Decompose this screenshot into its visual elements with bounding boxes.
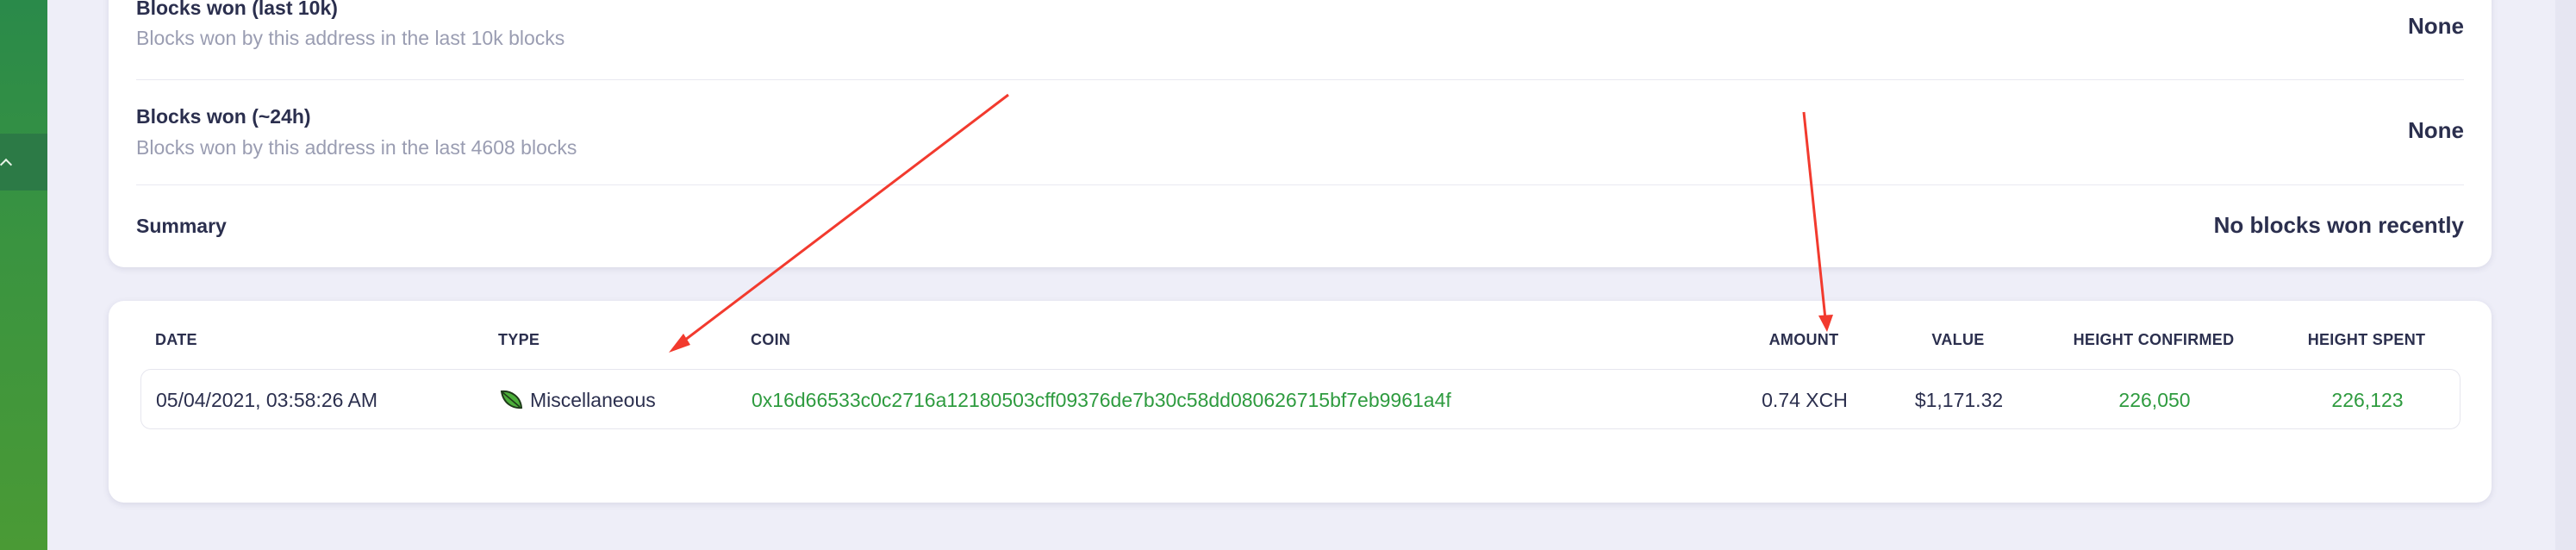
column-header-height-spent[interactable]: HEIGHT SPENT xyxy=(2308,331,2426,349)
column-header-date[interactable]: DATE xyxy=(155,331,197,349)
divider xyxy=(136,184,2464,185)
stat-title: Blocks won (last 10k) xyxy=(136,0,338,19)
stat-row-blocks-won-24h: Blocks won (~24h) Blocks won by this add… xyxy=(136,105,2464,159)
cell-type-label: Miscellaneous xyxy=(530,389,656,411)
stat-title: Summary xyxy=(136,215,227,237)
cell-date: 05/04/2021, 03:58:26 AM xyxy=(156,389,378,411)
stat-row-blocks-won-10k: Blocks won (last 10k) Blocks won by this… xyxy=(136,0,2464,53)
stat-value: No blocks won recently xyxy=(2213,212,2464,238)
sidebar-collapse-toggle[interactable] xyxy=(0,134,47,191)
address-stats-card: Blocks won (last 10k) Blocks won by this… xyxy=(109,0,2492,267)
table-row[interactable]: 05/04/2021, 03:58:26 AM Miscellaneous 0x… xyxy=(140,369,2461,429)
chevron-up-icon xyxy=(0,158,13,171)
column-header-type[interactable]: TYPE xyxy=(498,331,540,349)
stat-value: None xyxy=(2408,117,2464,143)
stat-value: None xyxy=(2408,13,2464,39)
column-header-value[interactable]: VALUE xyxy=(1931,331,1984,349)
stat-description: Blocks won by this address in the last 4… xyxy=(136,136,577,159)
table-header: DATE TYPE COIN AMOUNT VALUE HEIGHT CONFI… xyxy=(109,331,2492,357)
scrollbar-track[interactable] xyxy=(2555,0,2576,550)
column-header-amount[interactable]: AMOUNT xyxy=(1769,331,1839,349)
column-header-height-confirmed[interactable]: HEIGHT CONFIRMED xyxy=(2074,331,2235,349)
column-header-coin[interactable]: COIN xyxy=(751,331,790,349)
stat-row-summary: Summary No blocks won recently xyxy=(136,212,2464,247)
cell-coin-link[interactable]: 0x16d66533c0c2716a12180503cff09376de7b30… xyxy=(752,389,1451,412)
sidebar xyxy=(0,0,47,550)
stat-description: Blocks won by this address in the last 1… xyxy=(136,27,565,49)
divider xyxy=(136,79,2464,80)
coin-records-card: DATE TYPE COIN AMOUNT VALUE HEIGHT CONFI… xyxy=(109,301,2492,503)
cell-height-confirmed-link[interactable]: 226,050 xyxy=(2118,389,2190,412)
cell-amount: 0.74 XCH xyxy=(1762,389,1848,411)
cell-type: Miscellaneous xyxy=(499,389,656,413)
leaf-icon xyxy=(500,390,523,409)
cell-height-spent-link[interactable]: 226,123 xyxy=(2331,389,2403,412)
stat-title: Blocks won (~24h) xyxy=(136,105,311,128)
cell-value: $1,171.32 xyxy=(1914,389,2004,411)
